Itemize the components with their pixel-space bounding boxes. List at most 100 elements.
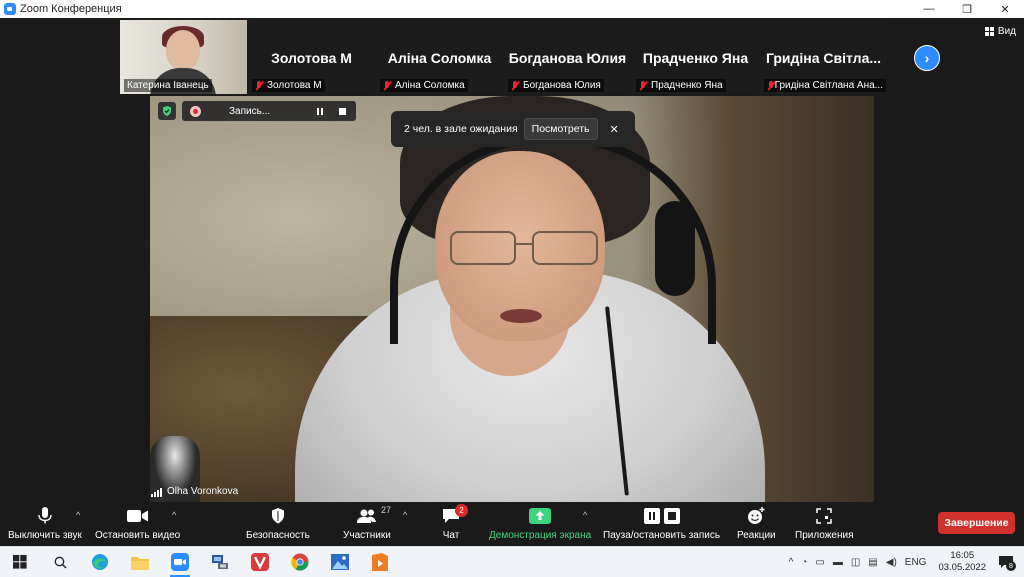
tray-battery-icon[interactable]: ▬	[833, 557, 843, 568]
video-options-caret[interactable]: ^	[172, 510, 176, 520]
start-button[interactable]	[0, 547, 40, 577]
video-camera-icon	[126, 506, 149, 526]
tray-keyboard-icon[interactable]: ▤	[868, 557, 877, 568]
participant-tile-video[interactable]: Катерина Іванець	[120, 20, 247, 94]
recording-label: Запись...	[229, 105, 271, 117]
taskbar-media-player[interactable]	[360, 547, 400, 577]
mute-button[interactable]: Выключить звук	[8, 506, 82, 541]
notification-center-button[interactable]: 8	[994, 552, 1018, 572]
apps-icon	[816, 506, 832, 526]
notification-count: 8	[1006, 561, 1016, 571]
security-button[interactable]: Безопасность	[246, 506, 310, 541]
grid-view-icon	[984, 27, 994, 36]
smiley-icon	[747, 506, 765, 526]
participant-display-name: Гридіна Світла...	[765, 50, 882, 66]
pause-recording-button[interactable]	[312, 103, 328, 119]
tray-expand-button[interactable]: ^	[789, 557, 794, 568]
windows-taskbar: ^ ◔ ▭ ▬ ◫ ▤ ◀) ENG 16:05 03.05.2022 8	[0, 546, 1024, 577]
active-speaker-video	[150, 96, 874, 502]
participants-icon	[356, 506, 378, 526]
video-headset-earcup	[655, 201, 695, 296]
participant-tile[interactable]: Гридіна Світла... Гридіна Світлана Ана..…	[760, 20, 887, 94]
window-title-bar: Zoom Конференция — ❐ ✕	[0, 0, 1024, 18]
vivaldi-browser-icon	[251, 553, 269, 571]
participant-name: Аліна Соломка	[380, 79, 468, 92]
participant-display-name: Прадченко Яна	[642, 50, 749, 66]
view-button[interactable]: Вид	[984, 26, 1016, 37]
close-window-button[interactable]: ✕	[986, 0, 1024, 18]
chrome-browser-icon	[291, 553, 309, 571]
share-options-caret[interactable]: ^	[583, 510, 587, 520]
photos-icon	[331, 554, 349, 570]
taskbar-vivaldi[interactable]	[240, 547, 280, 577]
participant-display-name: Аліна Соломка	[387, 50, 492, 66]
maximize-button[interactable]: ❐	[948, 0, 986, 18]
zoom-icon	[171, 553, 189, 571]
participant-tile[interactable]: Аліна Соломка Аліна Соломка	[376, 20, 503, 94]
taskbar-file-explorer[interactable]	[120, 547, 160, 577]
meeting-stage: Катерина Іванець Золотова М Золотова М А…	[0, 18, 1024, 502]
share-screen-icon	[529, 506, 552, 526]
participant-tile[interactable]: Богданова Юлия Богданова Юлия	[504, 20, 631, 94]
taskbar-zoom[interactable]	[160, 547, 200, 577]
encryption-shield-icon[interactable]	[158, 102, 176, 120]
mic-muted-icon	[255, 80, 263, 91]
mic-muted-icon	[383, 80, 391, 91]
participant-display-name: Богданова Юлия	[508, 50, 627, 66]
participant-name: Гридіна Світлана Ана...	[764, 79, 886, 92]
tray-app-icon[interactable]: ◔	[801, 557, 807, 568]
participants-options-caret[interactable]: ^	[403, 510, 407, 520]
pause-stop-recording-button[interactable]: Пауза/остановить запись	[603, 506, 720, 541]
taskbar-edge[interactable]	[80, 547, 120, 577]
mic-muted-icon	[511, 80, 519, 91]
video-face	[166, 30, 200, 70]
stop-recording-button[interactable]	[334, 103, 350, 119]
audio-options-caret[interactable]: ^	[76, 510, 80, 520]
mic-muted-icon	[639, 80, 647, 91]
participant-display-name: Золотова М	[271, 50, 352, 66]
tray-network-icon[interactable]: ▭	[815, 557, 824, 568]
waiting-room-message: 2 чел. в зале ожидания	[404, 123, 518, 135]
chat-icon: 2	[442, 504, 468, 526]
end-meeting-button[interactable]: Завершение	[938, 512, 1015, 534]
participant-name: Катерина Іванець	[124, 79, 212, 92]
apps-button[interactable]: Приложения	[795, 506, 854, 541]
taskbar-network-app[interactable]	[200, 547, 240, 577]
taskbar-clock[interactable]: 16:05 03.05.2022	[938, 550, 986, 574]
participant-tile[interactable]: Золотова М Золотова М	[248, 20, 375, 94]
share-screen-button[interactable]: Демонстрация экрана	[489, 506, 591, 541]
system-tray: ^ ◔ ▭ ▬ ◫ ▤ ◀) ENG 16:05 03.05.2022 8	[785, 547, 1024, 577]
recording-controls-icon	[643, 506, 681, 526]
participant-name: Золотова М	[252, 79, 325, 92]
windows-logo-icon	[13, 555, 27, 569]
search-icon	[54, 556, 66, 568]
mic-muted-icon	[767, 80, 773, 91]
waiting-room-view-button[interactable]: Посмотреть	[523, 118, 598, 140]
microphone-icon	[38, 506, 52, 526]
tray-volume-icon[interactable]: ◀)	[886, 557, 897, 568]
taskbar-search-button[interactable]	[40, 547, 80, 577]
minimize-button[interactable]: —	[910, 0, 948, 18]
recording-icon	[190, 105, 201, 117]
language-indicator[interactable]: ENG	[905, 557, 927, 568]
taskbar-chrome[interactable]	[280, 547, 320, 577]
waiting-room-notice: 2 чел. в зале ожидания Посмотреть ✕	[391, 111, 635, 147]
recording-indicator: Запись...	[182, 101, 356, 121]
waiting-room-close-button[interactable]: ✕	[610, 123, 619, 136]
reactions-button[interactable]: Реакции	[737, 506, 776, 541]
stop-video-button[interactable]: Остановить видео	[95, 506, 180, 541]
connection-signal-icon	[151, 487, 163, 497]
gallery-next-button[interactable]: ›	[914, 45, 940, 71]
tray-monitor-icon[interactable]: ◫	[851, 557, 860, 568]
participants-count: 27	[381, 505, 392, 515]
edge-browser-icon	[92, 554, 108, 570]
participant-name: Прадченко Яна	[636, 79, 726, 92]
computer-network-icon	[212, 555, 228, 569]
taskbar-photos[interactable]	[320, 547, 360, 577]
zoom-app-icon	[4, 3, 16, 15]
folder-icon	[131, 556, 149, 570]
window-controls: — ❐ ✕	[910, 0, 1024, 18]
meeting-toolbar: Выключить звук ^ Остановить видео ^ Безо…	[0, 502, 1024, 546]
participant-tile[interactable]: Прадченко Яна Прадченко Яна	[632, 20, 759, 94]
chat-button[interactable]: 2 Чат	[442, 504, 468, 541]
